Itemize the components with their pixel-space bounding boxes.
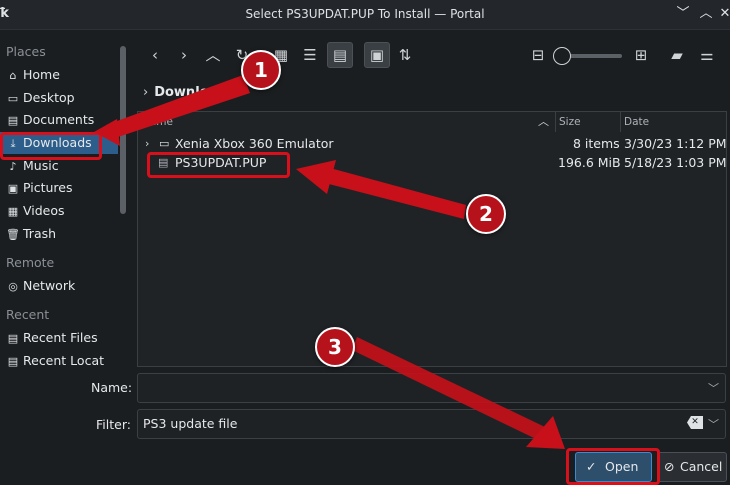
- documents-icon: ▤: [7, 114, 19, 127]
- recent-locations-icon: ▤: [7, 355, 19, 368]
- videos-icon: ▦: [7, 205, 19, 218]
- sort-ascending-icon: ︿: [538, 115, 549, 128]
- annotation-box-file: [147, 152, 290, 178]
- sidebar-item-label: Videos: [23, 203, 65, 218]
- sidebar-item-pictures[interactable]: ▣ Pictures: [0, 177, 118, 199]
- chevron-down-icon[interactable]: ﹀: [708, 380, 719, 396]
- folder-icon: ▭: [159, 137, 170, 150]
- sidebar-scrollbar[interactable]: [120, 46, 126, 214]
- sidebar-item-label: Trash: [23, 226, 57, 241]
- annotation-box-open: [566, 448, 660, 485]
- trash-icon: 🗑: [6, 228, 20, 241]
- back-icon[interactable]: ‹: [142, 42, 168, 68]
- sidebar-item-recent-files[interactable]: ▤ Recent Files: [0, 327, 118, 349]
- sidebar-item-network[interactable]: ◎ Network: [0, 275, 118, 297]
- column-label: Name: [142, 116, 173, 128]
- file-name: Xenia Xbox 360 Emulator: [175, 136, 334, 151]
- column-header-date[interactable]: Date: [621, 112, 725, 132]
- window-title: Select PS3UPDAT.PUP To Install — Portal: [245, 7, 485, 21]
- new-folder-icon[interactable]: ▰: [664, 42, 690, 68]
- file-list-view[interactable]: Name ︿ Size Date › ▭ Xenia Xbox 360 Emul…: [137, 111, 727, 367]
- column-header-name[interactable]: Name ︿: [138, 112, 556, 132]
- home-icon: ⌂: [9, 69, 17, 82]
- sidebar-item-videos[interactable]: ▦ Videos: [0, 200, 118, 222]
- annotation-badge-2: 2: [466, 194, 506, 234]
- zoom-in-icon[interactable]: ⊞: [628, 42, 654, 68]
- clear-icon[interactable]: ✕: [687, 416, 703, 429]
- minimize-icon[interactable]: ﹀: [674, 5, 692, 23]
- detail-view-icon[interactable]: ▤: [327, 42, 353, 68]
- compact-view-icon[interactable]: ☰: [297, 42, 323, 68]
- breadcrumb-current: Downloads: [154, 85, 235, 100]
- sidebar-item-documents[interactable]: ▤ Documents: [0, 109, 118, 131]
- name-field[interactable]: ﹀: [137, 373, 726, 403]
- preview-icon[interactable]: ▣: [364, 42, 390, 68]
- up-icon[interactable]: ︿: [200, 42, 226, 68]
- annotation-box-downloads: [0, 132, 102, 160]
- sidebar-item-label: Pictures: [23, 180, 73, 195]
- table-row[interactable]: › ▭ Xenia Xbox 360 Emulator 8 items 3/30…: [139, 134, 727, 154]
- sidebar-item-label: Home: [23, 67, 60, 82]
- column-label: Date: [624, 116, 650, 128]
- sidebar-item-label: Recent Files: [23, 330, 98, 345]
- column-header-size[interactable]: Size: [556, 112, 621, 132]
- remote-header: Remote: [6, 255, 55, 270]
- file-size: 8 items: [573, 136, 620, 151]
- expand-icon[interactable]: ›: [145, 134, 149, 154]
- maximize-icon[interactable]: ︿: [697, 5, 715, 23]
- sort-icon[interactable]: ⇅: [392, 42, 418, 68]
- sidebar-item-home[interactable]: ⌂ Home: [0, 64, 118, 86]
- cancel-icon: ⊘: [664, 459, 675, 474]
- recent-header: Recent: [6, 307, 50, 322]
- recent-files-icon: ▤: [7, 332, 19, 345]
- annotation-badge-3: 3: [315, 327, 355, 367]
- annotation-badge-1: 1: [241, 50, 281, 90]
- sidebar-item-label: Desktop: [23, 90, 75, 105]
- file-size: 196.6 MiB: [558, 155, 621, 170]
- forward-icon[interactable]: ›: [171, 42, 197, 68]
- sidebar-item-recent-locations[interactable]: ▤ Recent Locat: [0, 350, 118, 368]
- title-bar: ꝁ Select PS3UPDAT.PUP To Install — Porta…: [0, 0, 730, 30]
- file-date: 5/18/23 1:03 PM: [624, 155, 727, 170]
- filter-value: PS3 update file: [143, 416, 238, 431]
- breadcrumb[interactable]: › Downloads: [143, 85, 234, 100]
- file-date: 3/30/23 1:12 PM: [624, 136, 727, 151]
- column-label: Size: [559, 116, 581, 128]
- zoom-slider-handle[interactable]: [553, 47, 571, 65]
- cancel-label: Cancel: [680, 459, 723, 474]
- options-icon[interactable]: ⚌: [694, 42, 720, 68]
- close-icon[interactable]: ✕: [716, 5, 730, 23]
- chevron-right-icon: ›: [143, 85, 149, 100]
- name-label: Name:: [91, 380, 133, 395]
- cancel-button[interactable]: ⊘ Cancel: [657, 452, 727, 482]
- sidebar-item-label: Music: [23, 158, 59, 173]
- sidebar-item-trash[interactable]: 🗑 Trash: [0, 223, 118, 245]
- places-sidebar: Places ⌂ Home ▭ Desktop ▤ Documents ⤓ Downlo…: [0, 30, 118, 368]
- filter-field[interactable]: PS3 update file ✕ ﹀: [137, 409, 726, 439]
- sidebar-item-label: Recent Locat: [23, 353, 104, 368]
- desktop-icon: ▭: [7, 92, 19, 105]
- zoom-out-icon[interactable]: ⊟: [525, 42, 551, 68]
- pictures-icon: ▣: [7, 182, 19, 195]
- filter-label: Filter:: [96, 417, 131, 432]
- sidebar-item-label: Network: [23, 278, 76, 293]
- sidebar-item-label: Documents: [23, 112, 95, 127]
- places-header: Places: [6, 44, 46, 59]
- network-icon: ◎: [8, 280, 18, 293]
- chevron-down-icon[interactable]: ﹀: [708, 416, 719, 432]
- sidebar-item-desktop[interactable]: ▭ Desktop: [0, 87, 118, 109]
